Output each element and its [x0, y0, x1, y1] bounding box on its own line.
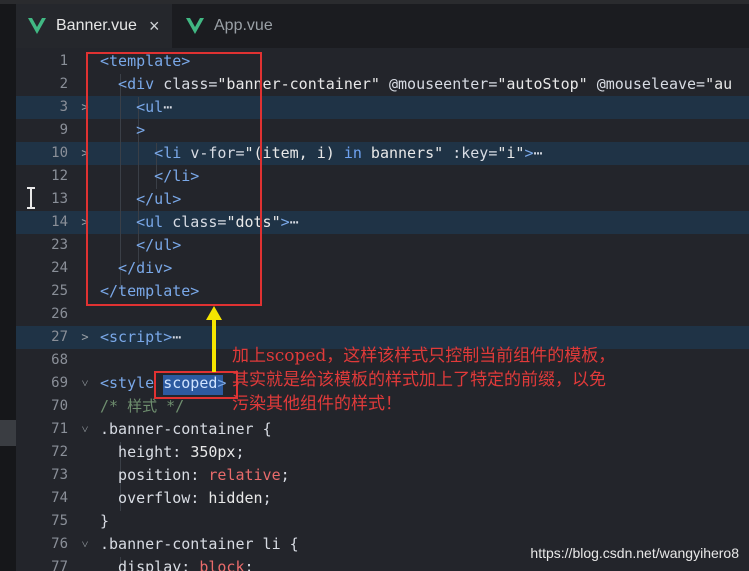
line-number: 26	[51, 306, 68, 322]
line-number: 14	[51, 214, 68, 230]
line-number: 25	[51, 283, 68, 299]
line-number: 2	[59, 76, 68, 92]
line-number: 76	[51, 536, 68, 552]
code-line-76: .banner-container li {	[100, 535, 299, 553]
text-cursor-icon	[27, 187, 35, 209]
code-line-77: display: block;	[100, 558, 254, 571]
fold-chevron-icon[interactable]: ˅	[78, 418, 92, 441]
activity-strip-selection	[0, 420, 16, 446]
code-line-71: .banner-container {	[100, 420, 272, 438]
annotation-line: 加上scoped，这样该样式只控制当前组件的模板，	[232, 346, 616, 366]
line-number: 9	[59, 122, 68, 138]
code-line-72: height: 350px;	[100, 443, 245, 461]
line-number: 73	[51, 467, 68, 483]
arrow-up-icon	[206, 306, 222, 372]
line-number: 77	[51, 559, 68, 571]
activity-strip	[0, 4, 16, 571]
code-line-75: }	[100, 512, 110, 530]
watermark: https://blog.csdn.net/wangyihero8	[530, 545, 739, 561]
template-highlight-box	[86, 52, 262, 306]
line-number: 69	[51, 375, 68, 391]
line-number: 12	[51, 168, 68, 184]
line-number: 70	[51, 398, 68, 414]
line-number: 75	[51, 513, 68, 529]
close-icon[interactable]: ×	[149, 16, 160, 37]
line-number: 72	[51, 444, 68, 460]
code-line-27: <script>⋯	[100, 328, 182, 346]
line-number: 71	[51, 421, 68, 437]
code-line-73: position: relative;	[100, 466, 290, 484]
line-number: 3	[59, 99, 68, 115]
tab-label: Banner.vue	[56, 17, 137, 34]
code-line-74: overflow: hidden;	[100, 489, 272, 507]
tab-label: App.vue	[214, 17, 273, 34]
fold-chevron-icon[interactable]: ˅	[78, 533, 92, 556]
tab-app-vue[interactable]: App.vue	[172, 4, 312, 48]
tab-banner-vue[interactable]: Banner.vue ×	[16, 4, 172, 48]
line-number: 24	[51, 260, 68, 276]
annotation-note: 加上scoped，这样该样式只控制当前组件的模板， 其实就是给该模板的样式加上了…	[232, 344, 712, 416]
scoped-highlight-box	[154, 371, 238, 399]
line-number: 23	[51, 237, 68, 253]
vue-icon	[28, 18, 46, 34]
line-number: 1	[59, 53, 68, 69]
editor-line[interactable]: 75	[16, 510, 749, 533]
tab-bar: Banner.vue × App.vue	[16, 4, 749, 48]
fold-chevron-icon[interactable]: ˅	[78, 372, 92, 395]
line-number: 10	[51, 145, 68, 161]
vue-icon	[186, 18, 204, 34]
line-number: 74	[51, 490, 68, 506]
line-number: 68	[51, 352, 68, 368]
annotation-line: 污染其他组件的样式！	[232, 394, 402, 414]
annotation-line: 其实就是给该模板的样式加上了特定的前缀，以免	[232, 370, 606, 390]
fold-chevron-icon[interactable]: >	[78, 326, 92, 349]
editor-line[interactable]: 26	[16, 303, 749, 326]
line-number: 27	[51, 329, 68, 345]
